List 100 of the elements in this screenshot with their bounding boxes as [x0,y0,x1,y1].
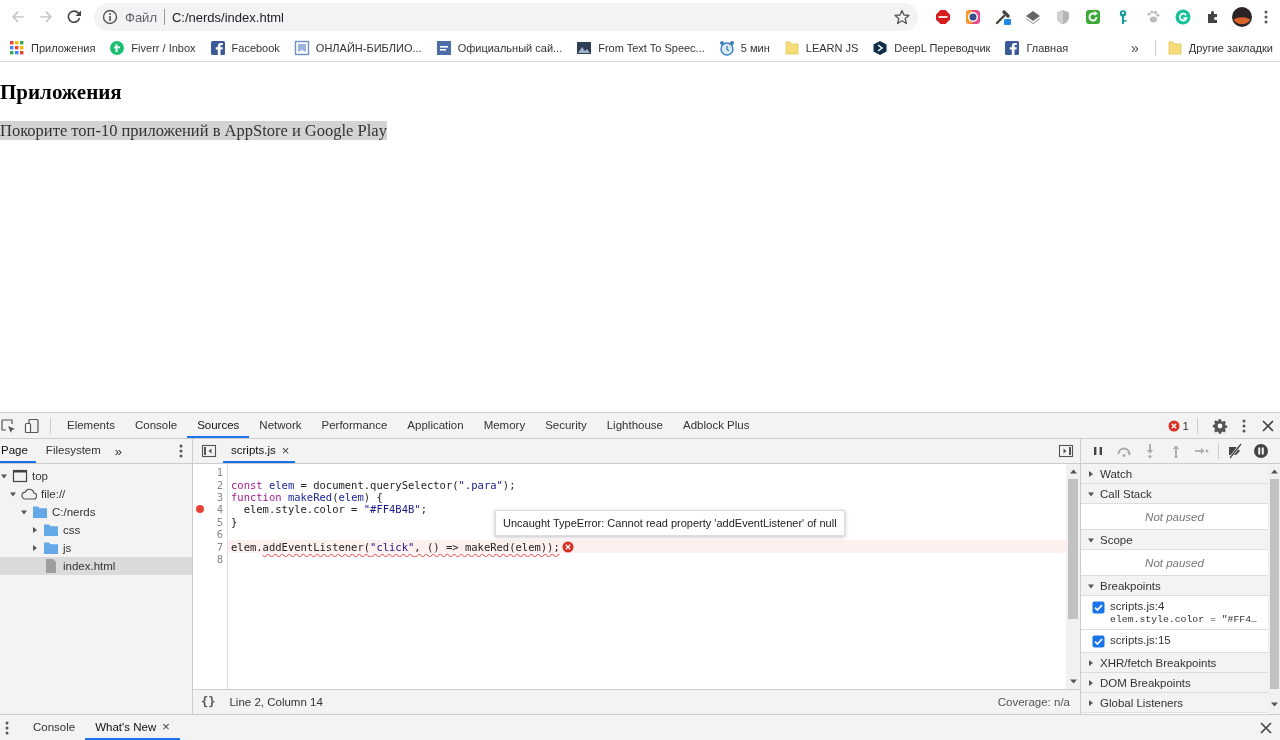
tree-item[interactable]: js [0,539,192,557]
stop-sign-icon[interactable] [935,9,951,25]
layers-icon[interactable] [1025,9,1041,25]
navigator-tab[interactable]: Filesystem [35,439,111,463]
scrollbar-thumb[interactable] [1269,479,1279,689]
line-number: 7 [216,540,223,553]
more-icon[interactable] [5,719,9,736]
collapsed-arrow-icon [1087,658,1095,667]
tree-item[interactable]: top [0,467,192,485]
code-line: } [231,515,238,528]
bookmark-link[interactable]: LEARN JS [778,35,864,60]
bookmark-link[interactable]: From Text To Speec... [571,35,710,60]
expanded-arrow-icon[interactable] [0,472,8,480]
panel-tab[interactable]: Console [124,413,188,438]
pause-exceptions-icon[interactable] [1253,443,1269,459]
tab-close[interactable]: × [281,442,290,458]
panel-tab[interactable]: Security [535,413,597,438]
breakpoint-marker[interactable] [195,504,205,515]
code-line: elem.addEventListener("click", () => makeRed(elem)); [231,540,560,553]
reload-icon[interactable] [66,9,82,25]
folder-icon [783,39,800,56]
overflow-button[interactable]: » [1120,39,1149,56]
panel-tab[interactable]: Application [397,413,474,438]
sidebar-toggle-icon[interactable] [1058,443,1074,459]
expanded-arrow-icon[interactable] [9,490,17,498]
code-line: function makeRed(elem) { [231,490,383,503]
scroll-up-icon[interactable] [1269,468,1279,475]
panel-tab[interactable]: Elements [57,413,125,438]
menu-icon[interactable] [1264,9,1268,25]
page-heading: Приложения [0,80,123,105]
ring-icon[interactable] [965,9,981,25]
info-icon[interactable] [102,9,118,25]
panel-tab[interactable]: Network [249,413,312,438]
more-icon[interactable] [1242,417,1246,434]
cursor-position: Line 2, Column 14 [229,696,323,708]
format-button[interactable]: {} [201,695,216,709]
scroll-down-icon[interactable] [1068,678,1078,685]
collapsed-arrow-icon[interactable] [31,526,39,534]
hexagon-icon [872,39,889,56]
close-icon[interactable] [1258,719,1274,736]
sidebar-toggle-icon[interactable] [201,443,217,459]
expanded-arrow-icon[interactable] [20,508,28,516]
settings-icon[interactable] [1212,417,1228,434]
checkbox-checked[interactable] [1092,635,1105,648]
tree-item[interactable]: file:// [0,485,192,503]
section-header[interactable]: DOM Breakpoints [1081,673,1268,693]
line-number: 2 [216,478,223,491]
scrollbar-thumb[interactable] [1068,479,1078,619]
line-number: 1 [216,466,223,479]
collapsed-arrow-icon[interactable] [31,544,39,552]
bookmark-link[interactable]: DeepL Переводчик [867,35,996,60]
bookmark-link[interactable]: Официальный сай... [430,35,568,60]
code-line: const elem = document.querySelector(".para"); [231,478,516,491]
book-icon [293,39,310,56]
folder-icon [32,504,48,520]
eyedropper-icon[interactable] [995,9,1011,25]
close-icon[interactable] [1260,417,1276,434]
address-bar[interactable]: Файл C:/nerds/index.html [94,3,918,31]
cloud-icon [21,486,37,502]
arrow-circle-icon[interactable] [1085,9,1101,25]
overflow-button[interactable]: » [114,443,123,459]
bookmark-link[interactable]: Приложения [4,35,101,60]
bookmark-link[interactable]: Facebook [204,35,285,60]
section-header[interactable]: Watch [1081,464,1268,484]
panel-tab[interactable]: Performance [311,413,398,438]
clock-icon [718,39,735,56]
more-icon[interactable] [179,443,183,459]
panel-tab[interactable]: Lighthouse [596,413,673,438]
bookmark-link[interactable]: ОНЛАЙН-БИБЛИО... [288,35,427,60]
deactivate-breakpoints-icon[interactable] [1227,443,1243,459]
frame-icon [12,468,28,484]
checkbox-checked[interactable] [1092,601,1105,614]
section-header[interactable]: XHR/fetch Breakpoints [1081,653,1268,673]
device-icon[interactable] [24,417,40,434]
square-icon [1004,39,1021,56]
file-tab[interactable]: scripts.js × [223,439,296,463]
section-header[interactable]: Global Listeners [1081,693,1268,713]
tree-item[interactable]: css [0,521,192,539]
section-header[interactable]: Scope [1081,530,1268,550]
section-header[interactable]: Breakpoints [1081,576,1268,596]
scroll-up-icon[interactable] [1068,468,1078,475]
bookmark-folder[interactable]: Другие закладки [1161,35,1278,60]
bookmark-link[interactable]: Главная [999,35,1074,60]
drawer-tab[interactable]: What's New × [85,715,180,740]
error-count[interactable]: 1 [1182,419,1189,432]
tree-item[interactable]: index.html [0,557,192,575]
panel-tab[interactable]: Memory [473,413,536,438]
bookmark-link[interactable]: 5 мин [713,35,775,60]
inspect-icon[interactable] [0,417,16,434]
tab-close[interactable]: × [162,719,170,734]
avatar-icon[interactable] [1232,7,1252,27]
section-header[interactable]: Call Stack [1081,484,1268,504]
scroll-down-icon[interactable] [1269,701,1279,708]
tree-item[interactable]: C:/nerds [0,503,192,521]
panel-tab[interactable]: Adblock Plus [673,413,760,438]
error-icon[interactable] [561,540,574,553]
drawer-tab[interactable]: Console [23,715,86,740]
bookmark-link[interactable]: Fiverr / Inbox [104,35,201,60]
navigator-tab[interactable]: Page [0,439,36,463]
star-icon[interactable] [894,9,910,25]
